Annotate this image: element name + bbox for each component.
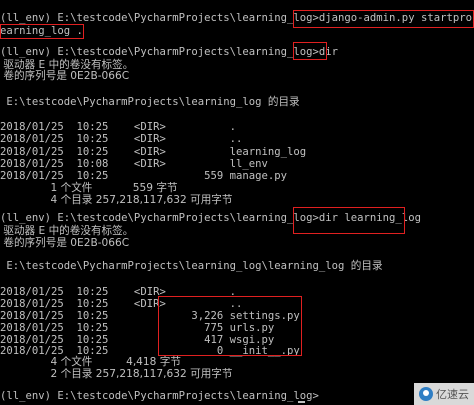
cloud-logo-icon (419, 387, 433, 401)
highlight-box-startproject-continuation (0, 24, 84, 39)
highlight-box-dir-learning-log-command (293, 207, 405, 234)
text-cursor (298, 401, 305, 403)
console-line: 2 个目录 257,218,117,632 可用字节 (0, 368, 233, 380)
watermark-badge: 亿速云 (414, 383, 474, 405)
console-prompt-line: (ll_env) E:\testcode\PycharmProjects\lea… (0, 390, 319, 402)
console-line: E:\testcode\PycharmProjects\learning_log… (0, 260, 383, 272)
console-line: 卷的序列号是 0E2B-066C (0, 237, 130, 249)
console-line: 4 个目录 257,218,117,632 可用字节 (0, 194, 233, 206)
highlight-box-file-list (158, 296, 302, 356)
highlight-box-startproject-command (293, 10, 474, 28)
console-window[interactable]: (ll_env) E:\testcode\PycharmProjects\lea… (0, 0, 474, 405)
watermark-text: 亿速云 (436, 388, 469, 401)
highlight-box-dir-command (293, 42, 327, 60)
console-line: 卷的序列号是 0E2B-066C (0, 70, 130, 82)
console-line: (ll_env) E:\testcode\PycharmProjects\lea… (0, 46, 339, 58)
console-line: 2018/01/25 10:25 <DIR> .. (0, 133, 243, 145)
console-line: E:\testcode\PycharmProjects\learning_log… (0, 96, 300, 108)
